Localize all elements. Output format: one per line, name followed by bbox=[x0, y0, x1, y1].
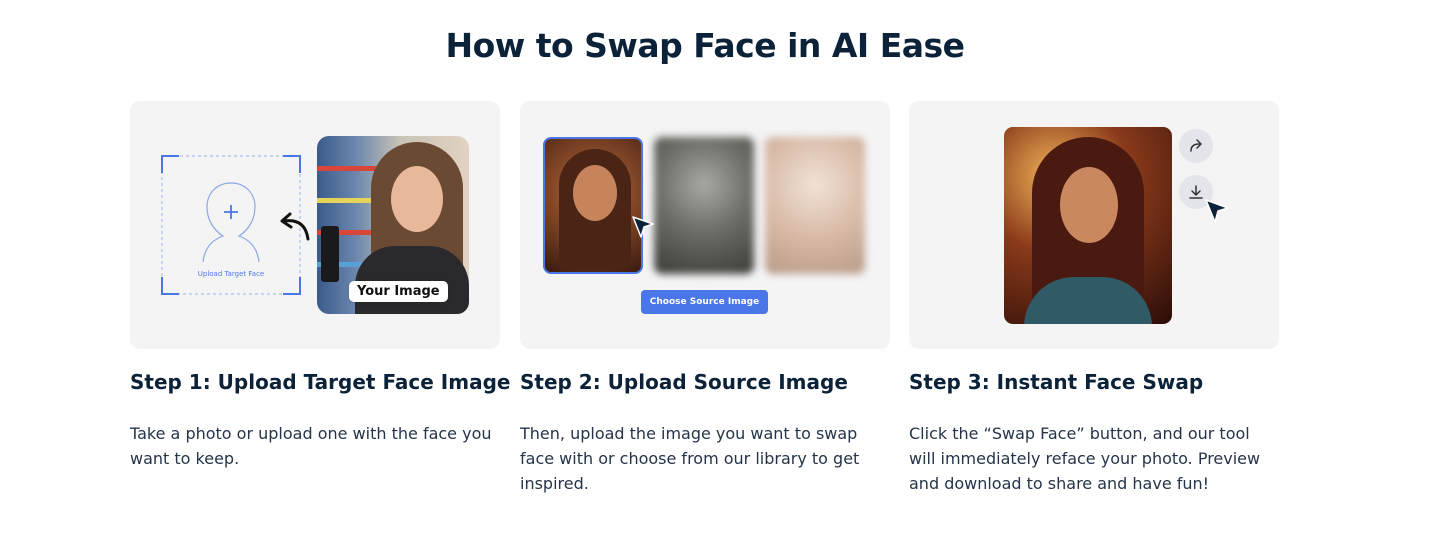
step-3-title: Step 3: Instant Face Swap bbox=[909, 370, 1204, 394]
source-image-thumbnail-selected[interactable] bbox=[543, 137, 643, 274]
choose-source-image-button[interactable]: Choose Source Image bbox=[641, 290, 768, 314]
curved-arrow-icon bbox=[280, 212, 310, 241]
step-3-illustration bbox=[909, 101, 1279, 349]
page-title: How to Swap Face in AI Ease bbox=[445, 26, 965, 65]
upload-target-face-label: Upload Target Face bbox=[197, 270, 265, 278]
source-image-thumbnail[interactable] bbox=[765, 137, 865, 274]
your-image-tag: Your Image bbox=[349, 281, 448, 302]
step-3-description: Click the “Swap Face” button, and our to… bbox=[909, 424, 1261, 493]
source-image-thumbnail[interactable] bbox=[654, 137, 754, 274]
step-2-title: Step 2: Upload Source Image bbox=[520, 370, 848, 394]
cursor-icon bbox=[632, 216, 654, 238]
step-2-description: Then, upload the image you want to swap … bbox=[520, 424, 860, 493]
step-1-illustration: Upload Target Face Your Image bbox=[130, 101, 500, 349]
step-2-illustration: Choose Source Image bbox=[520, 101, 890, 349]
share-icon bbox=[1190, 139, 1202, 152]
step-1-description: Take a photo or upload one with the face… bbox=[130, 424, 492, 468]
share-button[interactable] bbox=[1179, 129, 1213, 163]
swapped-result-image bbox=[1004, 127, 1172, 324]
cursor-icon bbox=[1205, 199, 1229, 223]
step-1-title: Step 1: Upload Target Face Image bbox=[130, 370, 511, 394]
